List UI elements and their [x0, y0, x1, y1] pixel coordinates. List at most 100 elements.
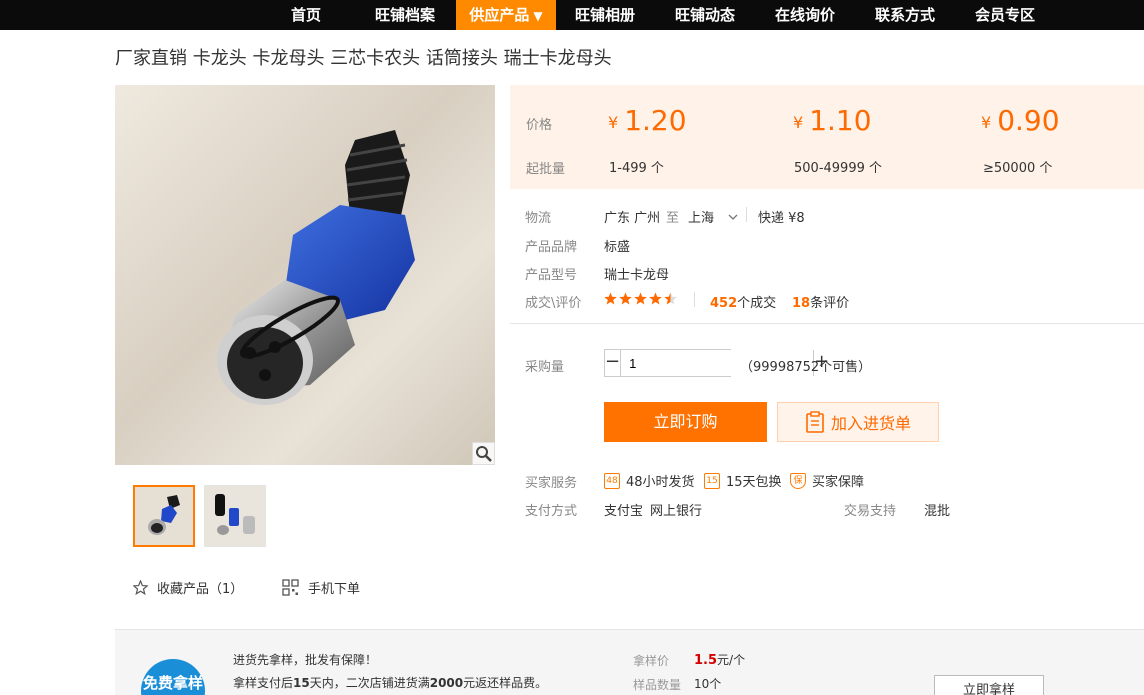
nav-news[interactable]: 旺铺动态 [666, 0, 744, 30]
sample-days: 15 [293, 676, 310, 690]
shipping-fee-text: 快递 ¥8 [758, 211, 805, 226]
nav-home[interactable]: 首页 [271, 0, 341, 30]
price-tier-1: ¥1.20 [608, 105, 687, 139]
top-nav: 首页 旺铺档案 供应产品 ▼ 旺铺相册 旺铺动态 在线询价 联系方式 会员专区 [0, 0, 1144, 30]
zoom-button[interactable] [472, 442, 495, 465]
star-icon [634, 292, 647, 305]
destination-select[interactable]: 上海 [688, 207, 740, 226]
currency-symbol: ¥ [981, 113, 992, 132]
nav-album[interactable]: 旺铺相册 [566, 0, 644, 30]
deals-row: 成交\评价 [525, 292, 581, 311]
service-protection[interactable]: 保 买家保障 [790, 471, 864, 490]
sample-line-2a: 拿样支付后 [233, 676, 294, 690]
sample-amount: 2000 [429, 676, 464, 690]
get-sample-button[interactable]: 立即拿样 [934, 675, 1044, 695]
trade-support-value: 混批 [924, 500, 950, 519]
moq-label: 起批量 [526, 162, 566, 177]
deals-label: 成交\评价 [525, 296, 582, 311]
nav-products[interactable]: 供应产品 ▼ [456, 0, 556, 30]
xlr-connector-image [217, 130, 415, 405]
nav-contact[interactable]: 联系方式 [866, 0, 944, 30]
service-15day[interactable]: 15 15天包换 [704, 471, 782, 490]
star-icon [619, 292, 632, 305]
stock-note: （99998752个可售） [740, 356, 871, 375]
brand-row: 产品品牌 [525, 236, 577, 255]
sample-panel: 免费拿样 进货先拿样，批发有保障！ 拿样支付后15天内，二次店铺进货满2000元… [115, 629, 1144, 695]
mobile-order-label: 手机下单 [308, 581, 361, 597]
logistics-label: 物流 [525, 211, 552, 226]
price-tier-1-qty: 1-499 个 [609, 161, 664, 176]
15day-exchange-icon: 15 [704, 472, 720, 489]
deals-count-link[interactable]: 452个成交 [710, 292, 776, 311]
add-to-cart-button[interactable]: 加入进货单 [777, 402, 939, 442]
shipping-fee: 快递 ¥8 [758, 207, 805, 226]
services-label: 买家服务 [525, 476, 578, 491]
sample-line-1: 进货先拿样，批发有保障！ [233, 653, 378, 667]
qty-decrease-button[interactable]: − [605, 350, 622, 376]
rating-stars[interactable] [604, 291, 680, 310]
trade-support-text: 混批 [924, 504, 951, 519]
sample-line-2: 拿样支付后15天内，二次店铺进货满2000元返还样品费。 [233, 674, 547, 691]
sample-price-label: 拿样价 [633, 654, 670, 668]
sample-qty-value: 10个 [694, 677, 722, 691]
currency-symbol: ¥ [608, 113, 619, 132]
service-protection-text: 买家保障 [812, 475, 865, 490]
service-48h-text: 48小时发货 [626, 475, 695, 490]
payment-online-bank: 网上银行 [650, 500, 702, 519]
stock-note-text: （99998752个可售） [740, 360, 872, 375]
rating-stars-icon [604, 292, 677, 305]
currency-symbol: ¥ [793, 113, 804, 132]
buy-now-button[interactable]: 立即订购 [604, 402, 767, 442]
page-title: 厂家直销 卡龙头 卡龙母头 三芯卡农头 话筒接头 瑞士卡龙母头 [115, 48, 612, 69]
shield-icon: 保 [790, 472, 806, 489]
model-row: 产品型号 [525, 264, 577, 283]
payment-label: 支付方式 [525, 504, 578, 519]
logistics-row: 物流 [525, 207, 551, 226]
deals-count: 452 [710, 296, 738, 311]
services-row: 买家服务 [525, 472, 577, 491]
nav-inquiry[interactable]: 在线询价 [766, 0, 844, 30]
star-icon [664, 292, 677, 305]
quantity-stepper: − + [604, 349, 829, 377]
48h-shipping-icon: 48 [604, 472, 620, 489]
thumbnail-2-image [205, 486, 265, 546]
to-word: 至 [666, 211, 680, 226]
separator [746, 207, 747, 222]
nav-members[interactable]: 会员专区 [966, 0, 1044, 30]
chevron-down-icon [728, 214, 738, 220]
price-tier-3-value: 0.90 [997, 104, 1060, 137]
price-label: 价格 [526, 118, 553, 133]
price-panel: 价格 起批量 ¥1.20 1-499 个 ¥1.10 500-49999 个 ¥… [510, 85, 1144, 189]
trade-support-label: 交易支持 [844, 504, 897, 519]
mobile-order[interactable]: 手机下单 [282, 578, 361, 597]
deals-suffix: 个成交 [737, 296, 777, 311]
thumbnail-2[interactable] [204, 485, 266, 547]
reviews-count-link[interactable]: 18条评价 [792, 292, 849, 311]
price-tier-3: ¥0.90 [981, 105, 1060, 139]
sample-line-2e: 元返还样品费。 [463, 676, 548, 690]
favorite-label: 收藏产品（1） [157, 581, 244, 597]
model-label: 产品型号 [525, 268, 578, 283]
logistics-to-word: 至 [666, 207, 679, 226]
payment-alipay: 支付宝 [604, 500, 643, 519]
qty-row: 采购量 [525, 356, 564, 375]
trade-support-row: 交易支持 [844, 500, 896, 519]
reviews-count: 18 [792, 296, 811, 311]
separator [694, 292, 695, 307]
service-48h[interactable]: 48 48小时发货 [604, 471, 695, 490]
sample-price-unit: 元/个 [717, 653, 746, 667]
divider [510, 323, 1144, 324]
logistics-from: 广东 广州 [604, 207, 660, 226]
favorite-product[interactable]: 收藏产品（1） [133, 578, 244, 597]
qty-label: 采购量 [525, 360, 565, 375]
brand-value: 标盛 [604, 236, 630, 255]
price-tier-1-value: 1.20 [624, 104, 687, 137]
destination-city: 上海 [688, 211, 715, 226]
payment-online-bank-text: 网上银行 [650, 504, 703, 519]
nav-shop-profile[interactable]: 旺铺档案 [366, 0, 444, 30]
caret-down-icon: ▼ [533, 9, 543, 23]
thumbnail-1[interactable] [133, 485, 195, 547]
add-to-cart-label: 加入进货单 [830, 414, 911, 433]
product-image[interactable] [115, 85, 495, 465]
price-tier-2: ¥1.10 [793, 105, 872, 139]
